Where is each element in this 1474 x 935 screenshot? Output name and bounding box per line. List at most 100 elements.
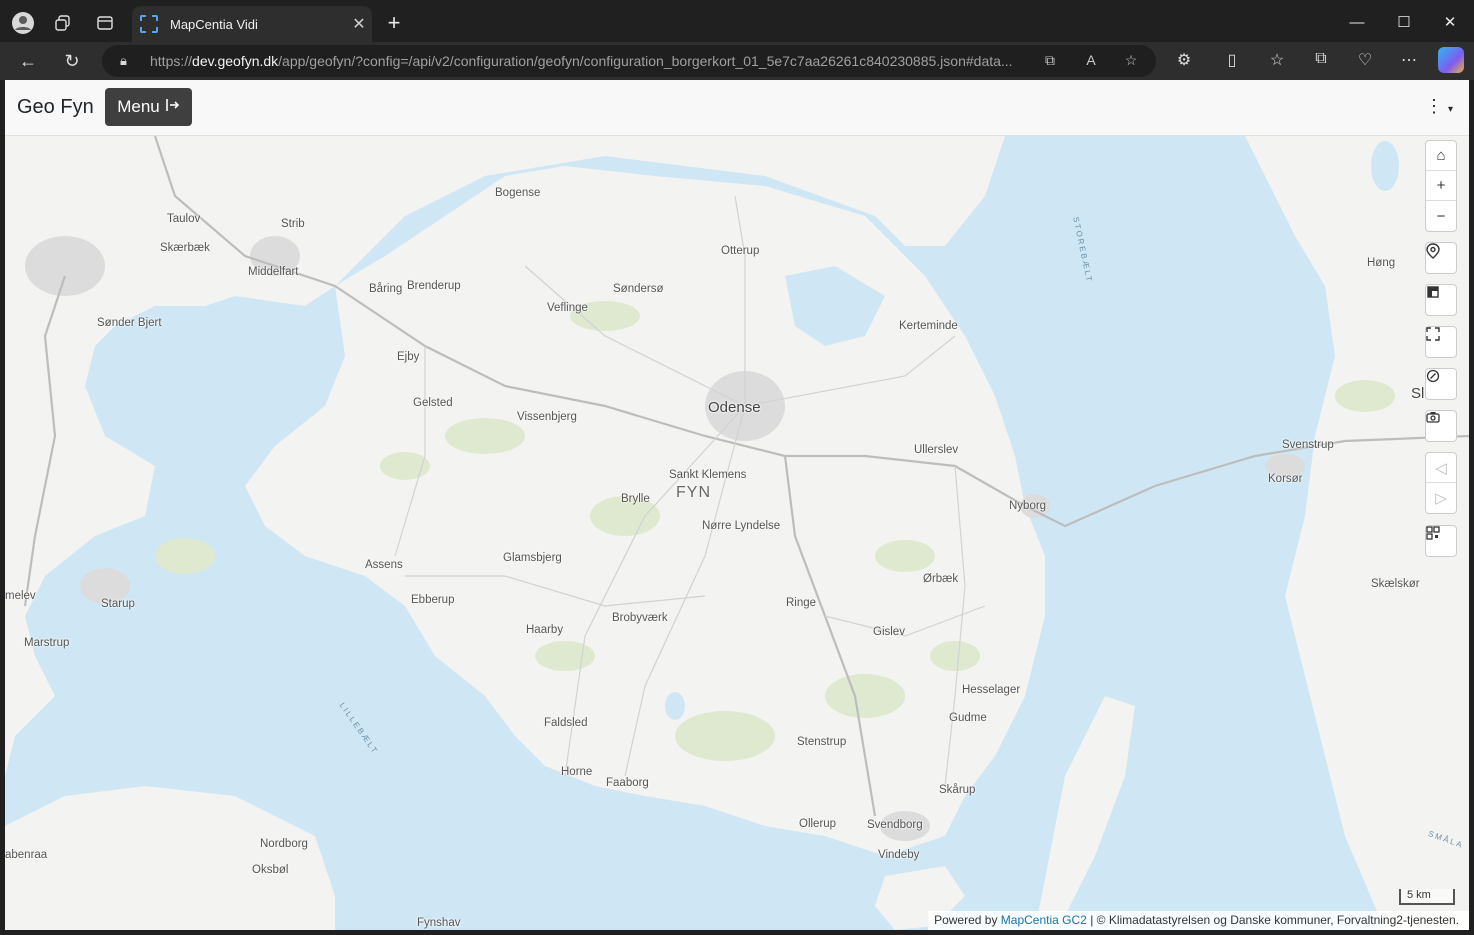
- place-hesselager: Hesselager: [962, 684, 1021, 696]
- camera-icon[interactable]: [1426, 411, 1456, 441]
- brand-title: Geo Fyn: [17, 96, 94, 118]
- place-gudme: Gudme: [949, 712, 987, 724]
- reset-control: [1425, 368, 1457, 400]
- place-veflinge: Veflinge: [547, 302, 588, 314]
- vertical-tabs-icon[interactable]: [92, 10, 118, 36]
- map-canvas[interactable]: STOREBÆLT LILLEBÆLT SMÅLA Bogense Taulov…: [5, 136, 1469, 930]
- attribution-suffix: | © Klimadatastyrelsen og Danske kommune…: [1090, 913, 1459, 927]
- sign-in-arrow-icon: [165, 97, 180, 117]
- place-glamsbjerg: Glamsbjerg: [503, 552, 562, 564]
- url-host: dev.geofyn.dk: [192, 53, 279, 69]
- attribution-prefix: Powered by: [934, 913, 998, 927]
- settings-more-icon[interactable]: ⋯: [1397, 50, 1421, 72]
- map-attribution: Powered by MapCentia GC2 | © Klimadatast…: [928, 911, 1469, 930]
- place-nordborg: Nordborg: [260, 838, 308, 850]
- place-oksbol: Oksbøl: [252, 864, 289, 876]
- place-sankt-klemens: Sankt Klemens: [669, 469, 747, 481]
- place-aabenraa: abenraa: [5, 849, 48, 861]
- app-header: Geo Fyn Menu ⋮ ▾: [5, 80, 1469, 136]
- page-content: Geo Fyn Menu ⋮ ▾ STOREBÆLT LILLEBÆLT SMÅ…: [5, 80, 1469, 930]
- previous-extent-icon[interactable]: ◁: [1426, 453, 1456, 483]
- menu-button[interactable]: Menu: [105, 88, 192, 126]
- place-starup: Starup: [101, 598, 135, 610]
- url-text[interactable]: https://dev.geofyn.dk/app/geofyn/?config…: [150, 53, 1030, 69]
- browser-window: MapCentia Vidi ✕ + — ☐ ✕ ← ↻ 🔒︎ https://…: [0, 0, 1474, 935]
- place-fynshav: Fynshav: [417, 917, 461, 929]
- scale-bar: 5 km: [1399, 889, 1455, 905]
- split-screen-icon[interactable]: ▯: [1220, 50, 1244, 72]
- place-haarby: Haarby: [526, 624, 564, 636]
- favorite-star-icon[interactable]: ☆: [1121, 52, 1141, 69]
- tab-mapcentia-vidi[interactable]: MapCentia Vidi ✕: [132, 6, 372, 42]
- place-ollerup: Ollerup: [799, 818, 837, 830]
- qr-control: [1425, 525, 1457, 557]
- place-orbaek: Ørbæk: [923, 573, 959, 585]
- zoom-controls: ⌂ + −: [1425, 140, 1457, 232]
- place-faaborg: Faaborg: [606, 777, 649, 789]
- place-bogense: Bogense: [495, 187, 541, 199]
- menu-button-label: Menu: [117, 97, 160, 116]
- location-pin-icon[interactable]: [1426, 243, 1456, 273]
- place-faldsled: Faldsled: [544, 717, 588, 729]
- place-strib: Strib: [281, 218, 305, 230]
- place-brobyvaerk: Brobyværk: [612, 612, 668, 624]
- tab-bar: MapCentia Vidi ✕ + — ☐ ✕: [0, 0, 1474, 44]
- url-prefix: https://: [150, 53, 193, 69]
- copilot-icon[interactable]: [1438, 47, 1464, 73]
- place-brylle: Brylle: [621, 493, 650, 505]
- place-korsor: Korsør: [1268, 473, 1303, 485]
- screenshot-control: [1425, 410, 1457, 442]
- place-slagelse-fragment: Sl: [1411, 385, 1425, 402]
- refresh-button[interactable]: ↻: [58, 47, 86, 75]
- address-bar: ← ↻ 🔒︎ https://dev.geofyn.dk/app/geofyn/…: [0, 42, 1474, 80]
- place-middelfart: Middelfart: [248, 266, 299, 278]
- place-skaerbaek: Skærbæk: [160, 242, 210, 254]
- zoom-in-button[interactable]: +: [1426, 171, 1456, 201]
- open-in-app-icon[interactable]: ⧉: [1040, 52, 1060, 69]
- history-controls: ◁ ▷: [1425, 452, 1457, 514]
- tab-close-icon[interactable]: ✕: [346, 14, 372, 34]
- place-skaelskor: Skælskør: [1371, 578, 1420, 590]
- place-ringe: Ringe: [786, 597, 817, 609]
- fullscreen-icon[interactable]: [1426, 327, 1456, 357]
- maximize-button[interactable]: ☐: [1381, 8, 1427, 36]
- attribution-link[interactable]: MapCentia GC2: [1001, 913, 1087, 927]
- place-gelsted: Gelsted: [413, 397, 453, 409]
- clear-circle-icon[interactable]: [1426, 369, 1456, 399]
- place-horne: Horne: [561, 766, 593, 778]
- place-ebberup: Ebberup: [411, 594, 455, 606]
- more-options-button[interactable]: ⋮ ▾: [1425, 96, 1455, 117]
- place-sondersoe: Søndersø: [613, 283, 664, 295]
- place-odense: Odense: [708, 399, 761, 416]
- place-norre-lyndelse: Nørre Lyndelse: [702, 520, 781, 532]
- url-path: /app/geofyn/?config=/api/v2/configuratio…: [278, 53, 1013, 69]
- place-marstrup: Marstrup: [24, 637, 70, 649]
- new-tab-button[interactable]: +: [381, 10, 407, 36]
- place-vindeby: Vindeby: [878, 849, 920, 861]
- place-kerteminde: Kerteminde: [899, 320, 958, 332]
- read-aloud-icon[interactable]: A: [1081, 52, 1101, 68]
- home-button[interactable]: ⌂: [1426, 141, 1456, 171]
- extensions-icon[interactable]: ⚙: [1172, 50, 1196, 72]
- workspaces-icon[interactable]: [50, 10, 76, 36]
- url-field[interactable]: 🔒︎ https://dev.geofyn.dk/app/geofyn/?con…: [102, 45, 1156, 77]
- collections-icon[interactable]: ⧉: [1309, 50, 1333, 72]
- place-taulov: Taulov: [167, 213, 201, 225]
- place-ejby: Ejby: [397, 351, 420, 363]
- place-vissenbjerg: Vissenbjerg: [517, 411, 577, 423]
- next-extent-icon[interactable]: ▷: [1426, 483, 1456, 513]
- close-window-button[interactable]: ✕: [1427, 8, 1473, 36]
- place-svenstrup: Svenstrup: [1282, 439, 1334, 451]
- back-button[interactable]: ←: [14, 47, 42, 75]
- zoom-out-button[interactable]: −: [1426, 201, 1456, 231]
- fullscreen-control: [1425, 326, 1457, 358]
- browser-essentials-icon[interactable]: ♡: [1353, 50, 1377, 72]
- qr-code-icon[interactable]: [1426, 526, 1456, 556]
- locate-control: [1425, 242, 1457, 274]
- favorites-icon[interactable]: ☆: [1265, 50, 1289, 72]
- place-svendborg: Svendborg: [867, 819, 923, 831]
- profile-icon[interactable]: [10, 10, 36, 36]
- minimize-button[interactable]: —: [1334, 8, 1380, 36]
- baselayer-toggle-icon[interactable]: [1426, 285, 1456, 315]
- lock-icon[interactable]: 🔒︎: [120, 53, 127, 69]
